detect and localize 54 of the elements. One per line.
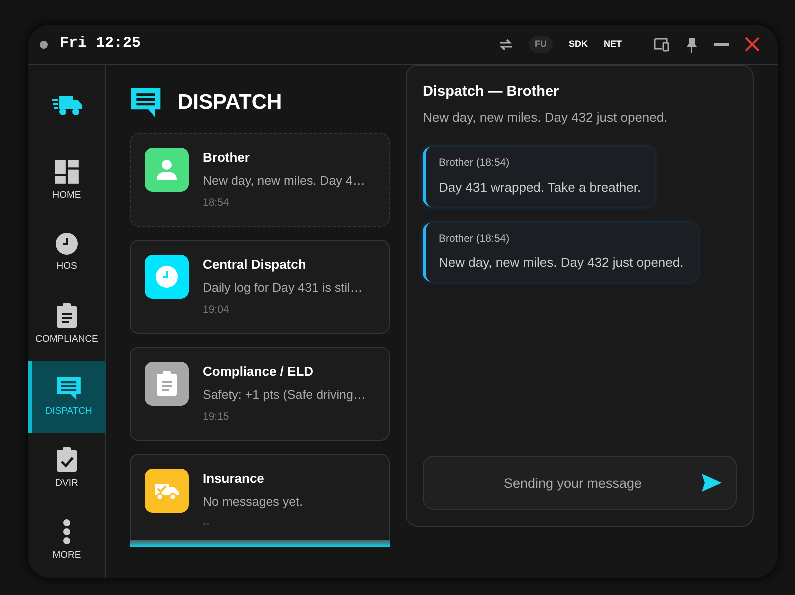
contact-name: Central Dispatch (203, 256, 308, 274)
nav-item[interactable]: HOS (28, 217, 106, 289)
contact-name: Brother (203, 149, 251, 167)
nav-item[interactable]: MORE (28, 505, 106, 577)
clipboard-icon (155, 371, 179, 397)
clipboard-icon (55, 302, 79, 329)
chat-title: Dispatch — Brother (423, 83, 560, 102)
message-time: 19:04 (203, 303, 230, 318)
close-icon[interactable] (745, 37, 760, 52)
message-text: Day 431 wrapped. Take a breather. (439, 179, 642, 197)
conversation-item[interactable]: Central Dispatch Daily log for Day 431 is stil… 19:04 (130, 240, 390, 334)
conversation-item[interactable]: Compliance / ELD Safety: +1 pts (Safe driving… 19:15 (130, 347, 390, 441)
truck-check-icon (154, 481, 180, 501)
conversation-item[interactable]: Brother New day, new miles. Day 4… 18:54 (130, 133, 390, 227)
message-preview: No messages yet. (203, 494, 304, 511)
person-icon (155, 158, 179, 182)
message-time: -- (203, 517, 211, 532)
chat-subtitle: New day, new miles. Day 432 just opened. (423, 108, 669, 127)
contact-name: Compliance / ELD (203, 363, 315, 381)
message-time: 19:15 (203, 410, 230, 426)
nav-item[interactable]: COMPLIANCE (28, 289, 106, 361)
swap-arrows-icon (498, 38, 513, 50)
status-dot (40, 40, 48, 48)
chat-icon (130, 87, 162, 119)
message-preview: Safety: +1 pts (Safe driving… (203, 386, 366, 404)
status-label: NET (604, 38, 622, 51)
message-sender: Brother (18:54) (439, 232, 511, 246)
minimize-icon[interactable] (714, 42, 729, 46)
message-preview: New day, new miles. Day 4… (203, 172, 366, 190)
status-label: FU (528, 36, 553, 54)
message-input[interactable]: Sending your message (444, 457, 702, 509)
page-title: DISPATCH (178, 90, 282, 116)
dashboard-icon (54, 158, 80, 185)
message-time: 18:54 (203, 196, 230, 212)
message-text: New day, new miles. Day 432 just opened. (439, 254, 684, 272)
contact-name: Insurance (203, 470, 266, 488)
chat-icon (56, 374, 82, 401)
nav-item[interactable]: DISPATCH (28, 361, 106, 433)
message-preview: Daily log for Day 431 is stil… (203, 280, 363, 297)
screen-icon[interactable] (654, 38, 670, 52)
status-label: SDK (568, 38, 588, 51)
message-composer[interactable]: Sending your message (423, 456, 737, 510)
clock-icon (155, 265, 179, 289)
conversation-item[interactable]: Insurance No messages yet. -- (130, 454, 390, 540)
checklist-icon (55, 446, 79, 473)
clock-icon (55, 232, 79, 256)
send-button[interactable] (702, 471, 722, 495)
message-sender: Brother (18:54) (439, 156, 511, 172)
truck-icon (50, 93, 82, 117)
clock-time: Fri 12:25 (60, 34, 142, 54)
pin-icon[interactable] (686, 36, 698, 52)
nav-item[interactable]: HOME (28, 145, 106, 217)
nav-item[interactable]: DVIR (28, 433, 106, 505)
more-icon (63, 518, 71, 545)
